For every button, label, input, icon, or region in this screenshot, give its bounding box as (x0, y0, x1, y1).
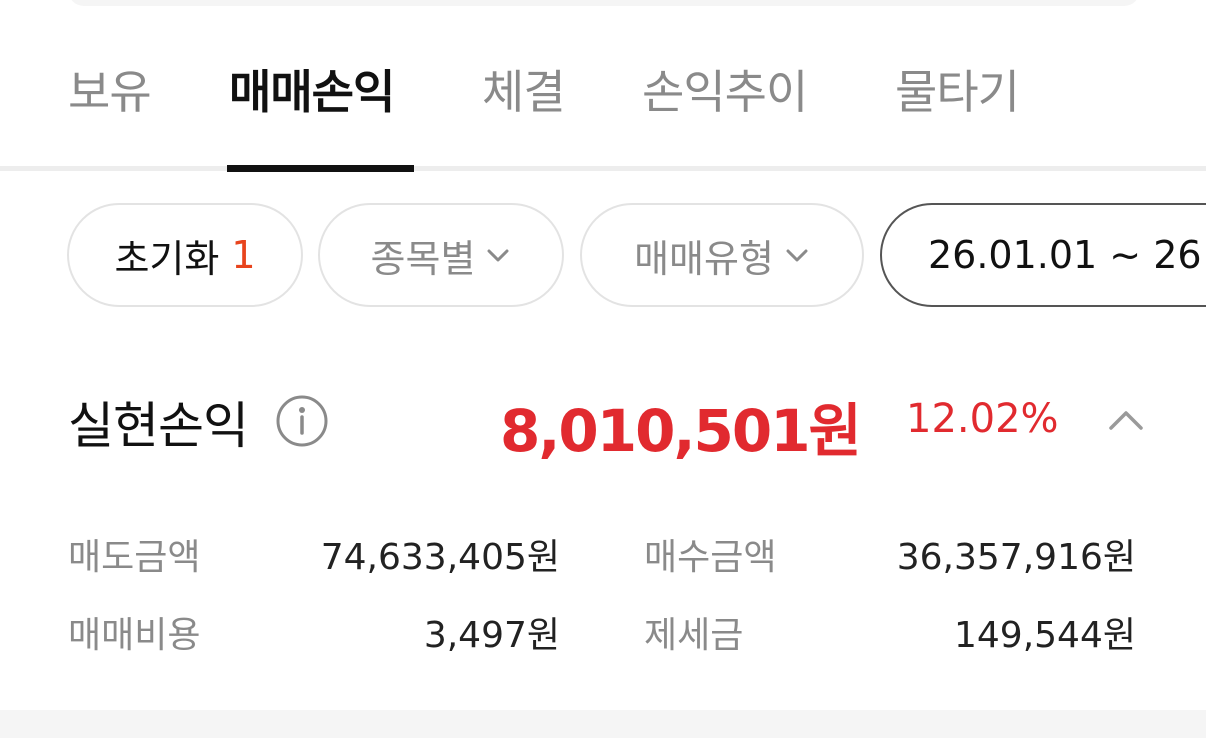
trade-cost-label: 매매비용 (68, 615, 201, 656)
info-icon[interactable] (275, 394, 329, 448)
trade-cost-value: 3,497원 (423, 615, 560, 656)
realized-pnl-rate: 12.02% (906, 396, 1059, 442)
buy-amount-value: 36,357,916원 (896, 537, 1136, 578)
stock-filter-label: 종목별 (370, 236, 476, 281)
tab-holdings[interactable]: 보유 (68, 56, 152, 122)
sell-amount-value: 74,633,405원 (320, 537, 560, 578)
reset-count-badge: 1 (231, 233, 256, 277)
chevron-down-icon (487, 249, 509, 262)
sell-amount-label: 매도금액 (68, 537, 201, 578)
section-divider-band (0, 710, 1206, 738)
realized-pnl-title: 실현손익 (68, 397, 249, 455)
chevron-up-icon[interactable] (1106, 402, 1146, 438)
active-tab-indicator (227, 165, 414, 172)
tab-divider (0, 166, 1206, 171)
realized-pnl-amount: 8,010,501원 (500, 397, 862, 465)
trade-type-label: 매매유형 (634, 236, 774, 281)
buy-amount-label: 매수금액 (644, 537, 777, 578)
tab-executions[interactable]: 체결 (482, 56, 566, 122)
tab-trade-pnl[interactable]: 매매손익 (229, 56, 395, 122)
tax-label: 제세금 (644, 615, 744, 656)
top-card-edge (68, 0, 1140, 6)
tab-pnl-trend[interactable]: 손익추이 (642, 56, 808, 122)
date-range-filter[interactable]: 26.01.01 ~ 26 (880, 203, 1206, 307)
date-range-label: 26.01.01 ~ 26 (928, 233, 1202, 277)
chevron-down-icon (786, 249, 808, 262)
tax-value: 149,544원 (954, 615, 1136, 656)
reset-label: 초기화 (114, 236, 220, 281)
reset-filter-button[interactable]: 초기화 1 (67, 203, 303, 307)
stock-filter-dropdown[interactable]: 종목별 (318, 203, 564, 307)
tab-averaging[interactable]: 물타기 (895, 56, 1020, 122)
tab-bar: 보유 매매손익 체결 손익추이 물타기 (0, 56, 1206, 132)
trade-type-filter-dropdown[interactable]: 매매유형 (580, 203, 864, 307)
